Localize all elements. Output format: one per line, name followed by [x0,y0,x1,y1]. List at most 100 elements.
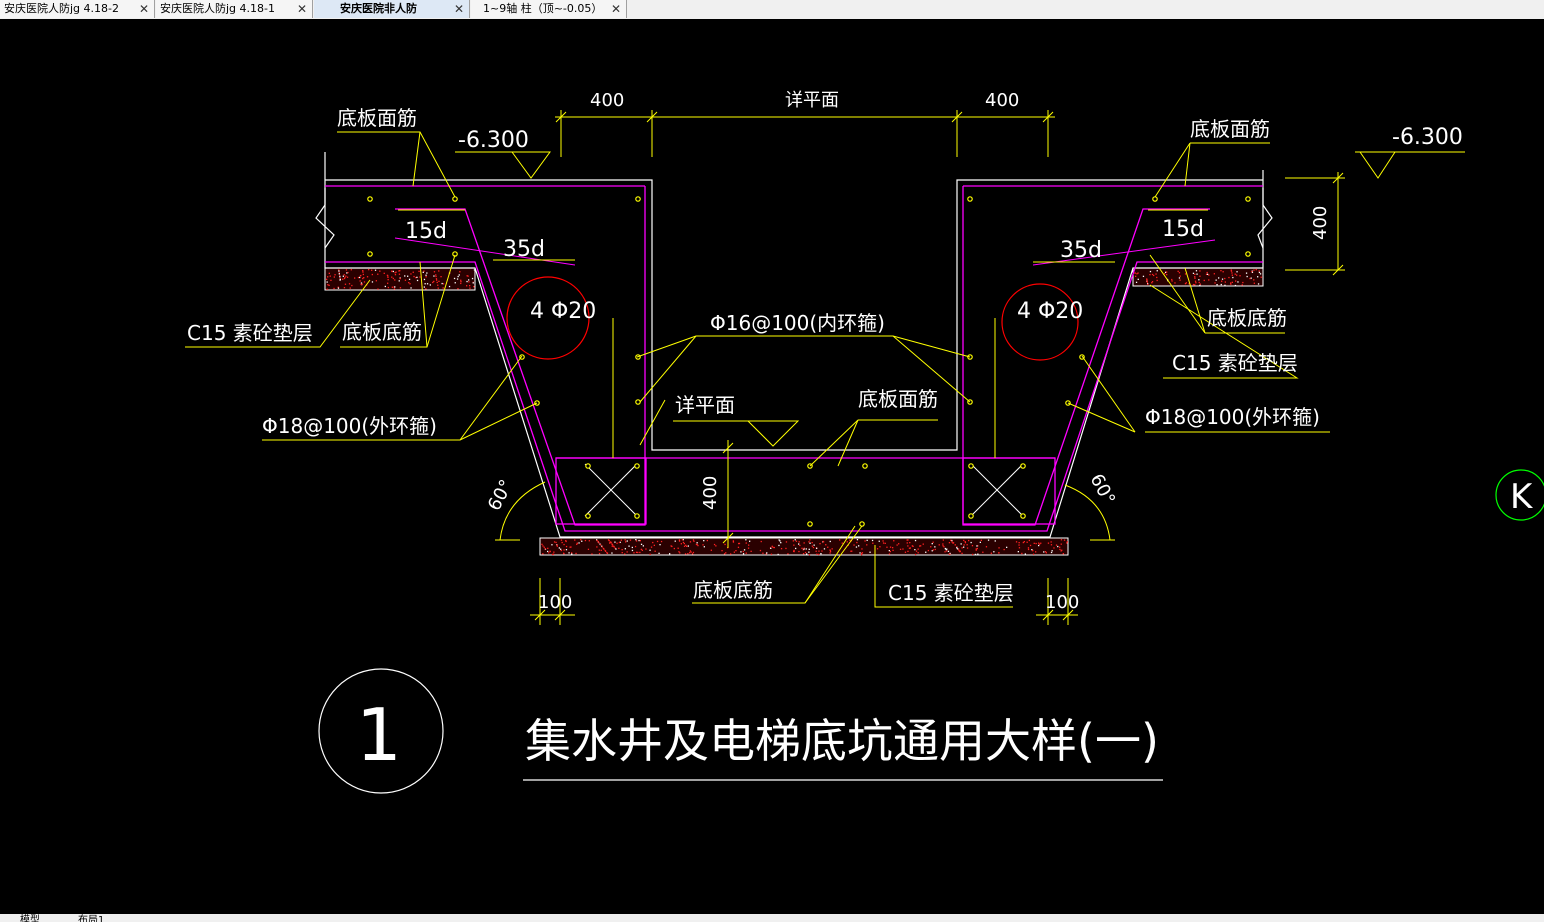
hatch-speckle [1059,546,1061,548]
hatch-speckle [359,280,361,282]
hatch-speckle [556,544,558,546]
hatch-speckle [650,546,653,548]
hatch-speckle [725,552,727,554]
hatch-speckle [677,547,679,549]
hatch-speckle [687,553,689,555]
hatch-speckle [849,539,851,541]
layout-tab-bar: 模型 布局1 [0,914,1544,922]
tab-column-axis[interactable]: 1~9轴 柱（顶~-0.05） ✕ [471,0,627,18]
model-tab[interactable]: 模型 [20,914,40,922]
hatch-speckle [809,542,811,544]
hatch-speckle [740,551,742,553]
hatch-speckle [1066,541,1068,543]
hatch-speckle [1224,281,1226,283]
hatch-speckle [1134,272,1136,274]
rebar-dot [367,251,373,257]
hatch-speckle [998,547,1000,549]
hatch-speckle [1018,544,1020,546]
hatch-speckle [412,271,414,273]
hatch-speckle [387,275,389,277]
hatch-speckle [805,548,807,550]
hatch-speckle [541,543,543,545]
close-icon[interactable]: ✕ [454,0,464,18]
label-c15-left: C15 素砼垫层 [187,321,313,345]
hatch-speckle [1192,272,1195,274]
hatch-speckle [1171,280,1173,282]
close-icon[interactable]: ✕ [139,0,149,18]
hatch-speckle [638,539,640,542]
hatch-speckle [413,275,415,278]
hatch-speckle [892,549,894,551]
hatch-speckle [949,553,951,555]
hatch-speckle [971,545,974,547]
hatch-speckle [1241,284,1243,286]
hatch-speckle [371,269,373,271]
hatch-speckle [798,543,800,545]
hatch-speckle [624,539,626,541]
document-tab-bar: 安庆医院人防jg 4.18-2 ✕ 安庆医院人防jg 4.18-1 ✕ 安庆医院非人… [0,0,1544,20]
hatch-speckle [435,278,438,280]
hatch-speckle [394,286,396,288]
layout1-tab[interactable]: 布局1 [78,914,104,922]
hatch-speckle [635,539,637,541]
hatch-speckle [1017,551,1019,553]
hatch-speckle [793,550,795,552]
hatch-speckle [1232,276,1234,279]
hatch-speckle [960,543,962,545]
hatch-speckle [404,275,406,277]
hatch-speckle [673,547,675,550]
rebar-dot [635,196,641,202]
hatch-speckle [1053,547,1055,549]
hatch-speckle [954,544,956,546]
detail-title: 集水井及电梯底坑通用大样(一) [525,714,1159,768]
hatch-speckle [466,275,468,277]
hatch-speckle [350,269,352,271]
hatch-speckle [460,281,462,283]
hatch-speckle [893,540,895,542]
hatch-speckle [1194,280,1197,282]
hatch-speckle [614,541,616,543]
hatch-speckle [558,547,560,549]
hatch-speckle [437,287,439,289]
hatch-speckle [425,288,427,290]
hatch-speckle [1179,279,1181,281]
hatch-speckle [927,549,929,552]
tab-anqing-feirenfang[interactable]: 安庆医院非人防 ✕ [314,0,470,18]
tab-anqing-renfang-1[interactable]: 安庆医院人防jg 4.18-1 ✕ [156,0,313,18]
tab-anqing-renfang-2[interactable]: 安庆医院人防jg 4.18-2 ✕ [0,0,155,18]
rebar-dot [452,196,458,202]
close-icon[interactable]: ✕ [611,0,621,18]
hatch-speckle [1255,269,1257,271]
hatch-speckle [635,540,638,542]
hatch-speckle [780,548,783,550]
hatch-speckle [654,550,656,552]
drawing-canvas[interactable]: 400 详平面 400 400 400 100 100 -6.300 -6.30… [0,19,1544,914]
hatch-speckle [410,287,412,289]
hatch-speckle [745,552,747,554]
hatch-speckle [964,542,967,544]
tab-label: 1~9轴 柱（顶~-0.05） [483,2,603,15]
hatch-speckle [1206,273,1209,275]
hatch-speckle [966,547,969,549]
close-icon[interactable]: ✕ [297,0,307,18]
hatch-speckle [1018,547,1021,549]
hatch-speckle [544,548,546,550]
hatch-speckle [1257,276,1259,278]
hatch-speckle [457,275,459,278]
hatch-speckle [944,551,946,553]
hatch-speckle [354,277,356,279]
hatch-speckle [410,273,412,275]
hatch-speckle [780,542,782,544]
hatch-speckle [876,548,879,550]
hatch-speckle [458,274,460,276]
hatch-speckle [1063,539,1066,541]
hatch-speckle [640,548,642,550]
hatch-speckle [349,287,351,289]
hatch-speckle [678,540,681,542]
hatch-speckle [884,542,886,544]
hatch-speckle [766,552,768,554]
hatch-speckle [737,546,740,548]
hatch-speckle [1216,284,1218,286]
hatch-speckle [985,546,988,548]
hatch-speckle [1242,281,1244,284]
